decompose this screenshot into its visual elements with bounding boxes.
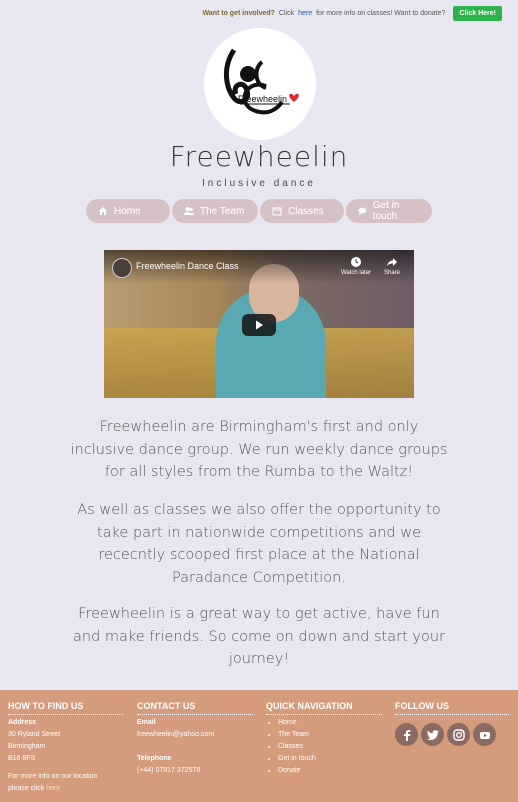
video-embed[interactable]: Freewheelin Dance Class Watch later Shar…: [104, 250, 414, 398]
footer-contact: CONTACT US Email freewheelin@yahoo.com T…: [137, 700, 253, 777]
click-here-button[interactable]: Click Here!: [453, 6, 502, 21]
nav-home-label: Home: [114, 205, 141, 217]
intro-paragraph-3: Freewheelin is a great way to get active…: [73, 606, 445, 667]
twitter-button[interactable]: [421, 723, 444, 746]
youtube-icon: [479, 731, 490, 739]
nav-classes-label: Classes: [288, 205, 324, 217]
email-label: Email: [137, 719, 156, 726]
play-icon: [256, 320, 263, 330]
footer: HOW TO FIND US Address 30 Ryland Street …: [0, 690, 518, 802]
address-label: Address: [8, 719, 37, 726]
email-link[interactable]: freewheelin@yahoo.com: [137, 729, 253, 741]
chat-icon: [358, 207, 367, 215]
share-label: Share: [383, 270, 400, 276]
nav-home[interactable]: Home: [86, 199, 170, 223]
footer-quick-nav: QUICK NAVIGATION Home The Team Classes G…: [266, 700, 382, 777]
quick-nav-heading: QUICK NAVIGATION: [266, 700, 382, 715]
calendar-icon: [272, 207, 282, 216]
site-title: Freewheelin: [169, 140, 349, 173]
location-info-text: For more info on our location: [8, 773, 98, 780]
quick-nav-get-in-touch[interactable]: Get in touch: [278, 753, 382, 765]
nav-the-team-label: The Team: [200, 205, 245, 217]
top-info-bar: Want to get involved? Click here for mor…: [202, 6, 502, 21]
site-subtitle: Inclusive dance: [202, 178, 316, 189]
location-info-line-2: please click here: [8, 783, 124, 795]
youtube-button[interactable]: [473, 723, 496, 746]
play-button[interactable]: [242, 314, 276, 336]
share-button[interactable]: Share: [380, 256, 404, 276]
channel-avatar[interactable]: [112, 258, 132, 278]
telephone-number[interactable]: (+44) 07817 372578: [137, 765, 253, 777]
quick-nav-home[interactable]: Home: [278, 717, 382, 729]
involved-label: Want to get involved?: [202, 10, 275, 17]
twitter-icon: [426, 729, 439, 740]
nav-get-in-touch[interactable]: Get in touch: [346, 199, 432, 223]
watch-later-button[interactable]: Watch later: [338, 256, 374, 276]
topbar-text-1: Click: [278, 10, 295, 17]
share-icon: [387, 258, 397, 266]
social-icons: [395, 723, 509, 746]
nav-get-in-touch-label: Get in touch: [372, 200, 400, 222]
nav-classes[interactable]: Classes: [260, 199, 344, 223]
find-us-heading: HOW TO FIND US: [8, 700, 124, 715]
contact-heading: CONTACT US: [137, 700, 253, 715]
topbar-text-2: for more info on classes! Want to donate…: [316, 10, 446, 17]
address-line-3: B16 8FS: [8, 755, 36, 762]
facebook-button[interactable]: [395, 723, 418, 746]
topbar-here-link[interactable]: here: [298, 10, 312, 17]
facebook-icon: [403, 729, 410, 741]
instagram-button[interactable]: [447, 723, 470, 746]
main-nav: Home The Team Classes Get in touch: [86, 199, 432, 223]
nav-the-team[interactable]: The Team: [172, 199, 258, 223]
quick-nav-the-team[interactable]: The Team: [278, 729, 382, 741]
address-line-1: 30 Ryland Street: [8, 731, 61, 738]
intro-paragraph-2: As well as classes we also offer the opp…: [77, 502, 441, 586]
footer-follow: FOLLOW US: [395, 700, 509, 746]
logo-icon: Freewheelin: [224, 48, 299, 115]
clock-icon: [351, 257, 361, 267]
address-line-2: Birmingham: [8, 743, 46, 750]
watch-later-label: Watch later: [340, 270, 372, 276]
freewheelin-logo[interactable]: Freewheelin: [204, 28, 316, 140]
page: Want to get involved? Click here for mor…: [0, 0, 518, 802]
users-icon: [184, 207, 194, 215]
footer-find-us: HOW TO FIND US Address 30 Ryland Street …: [8, 700, 124, 795]
follow-heading: FOLLOW US: [395, 700, 509, 715]
quick-nav-list: Home The Team Classes Get in touch Donat…: [266, 717, 382, 777]
home-icon: [99, 207, 107, 215]
video-title[interactable]: Freewheelin Dance Class: [136, 261, 239, 271]
location-here-link[interactable]: here: [46, 785, 60, 792]
quick-nav-donate[interactable]: Donate: [278, 765, 382, 777]
telephone-label: Telephone: [137, 755, 172, 762]
logo-text: Freewheelin: [238, 94, 287, 104]
intro-paragraph-1: Freewheelin are Birmingham's first and o…: [70, 419, 448, 480]
instagram-icon: [452, 728, 465, 741]
quick-nav-classes[interactable]: Classes: [278, 741, 382, 753]
location-please-click: please click: [8, 785, 45, 792]
